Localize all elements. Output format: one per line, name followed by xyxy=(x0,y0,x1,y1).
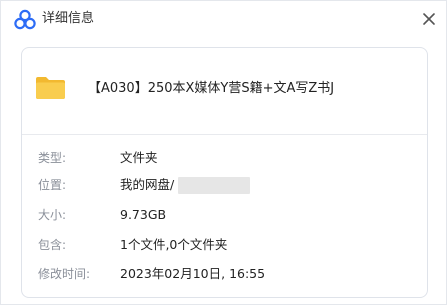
cloud-icon xyxy=(14,9,36,30)
detail-row-contains: 包含: 1个文件,0个文件夹 xyxy=(22,234,427,256)
detail-row-modified: 修改时间: 2023年02月10日, 16:55 xyxy=(22,263,427,285)
size-value: 9.73GB xyxy=(120,207,167,222)
location-value-container: 我的网盘/ xyxy=(120,175,251,195)
location-value[interactable]: 我的网盘/ xyxy=(120,177,174,192)
detail-row-type: 类型: 文件夹 xyxy=(22,147,427,169)
detail-row-size: 大小: 9.73GB xyxy=(22,204,427,226)
title-bar: 详细信息 xyxy=(1,1,446,41)
details-dialog: 详细信息 【A030】250本X媒体Y营S籍+文A写Z书J 类型: 文件夹 位置… xyxy=(0,0,447,305)
type-value: 文件夹 xyxy=(120,150,158,165)
size-label: 大小: xyxy=(38,208,67,222)
dialog-title: 详细信息 xyxy=(42,11,95,26)
file-header: 【A030】250本X媒体Y营S籍+文A写Z书J xyxy=(22,48,427,136)
modified-value: 2023年02月10日, 16:55 xyxy=(120,266,266,281)
type-label: 类型: xyxy=(38,151,67,165)
detail-row-location: 位置: 我的网盘/ xyxy=(22,174,427,196)
location-label: 位置: xyxy=(38,178,67,192)
contains-value: 1个文件,0个文件夹 xyxy=(120,237,228,252)
details-card: 【A030】250本X媒体Y营S籍+文A写Z书J 类型: 文件夹 位置: 我的网… xyxy=(21,47,428,298)
folder-icon xyxy=(36,77,65,99)
close-icon[interactable] xyxy=(419,9,439,29)
file-name: 【A030】250本X媒体Y营S籍+文A写Z书J xyxy=(88,81,335,96)
divider xyxy=(22,134,427,135)
modified-label: 修改时间: xyxy=(38,267,91,281)
contains-label: 包含: xyxy=(38,238,67,252)
redacted-path xyxy=(178,177,251,194)
